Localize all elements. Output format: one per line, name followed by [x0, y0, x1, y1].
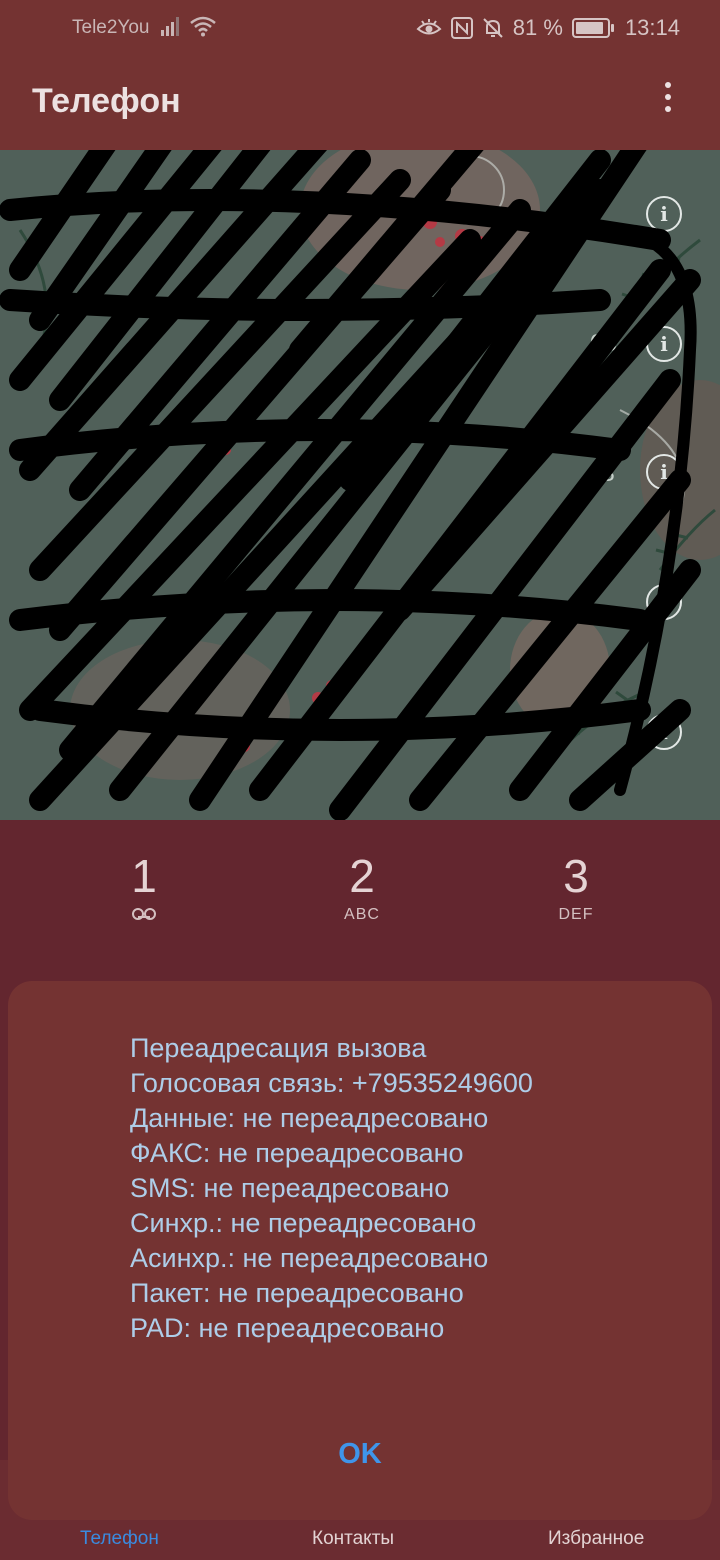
status-right: 81 % 13:14 — [416, 13, 680, 43]
mute-bell-icon — [483, 18, 503, 38]
nfc-icon — [450, 17, 473, 39]
status-bar: Tele2You 81 % 13:14 — [0, 0, 720, 56]
tab-phone[interactable]: Телефон — [80, 1528, 159, 1550]
more-vert-icon[interactable] — [664, 82, 672, 112]
voicemail-icon — [132, 908, 156, 920]
forward-sms-line: SMS: не переадресовано — [130, 1173, 450, 1203]
clock: 13:14 — [624, 15, 680, 40]
page-title: Телефон — [32, 82, 181, 120]
forward-pad-line: PAD: не переадресовано — [130, 1313, 445, 1343]
forward-voice-line: Голосовая связь: +79535249600 — [130, 1068, 533, 1098]
forward-sync-line: Синхр.: не переадресовано — [130, 1208, 477, 1238]
dialog-message: Переадресация вызова Голосовая связь: +7… — [130, 1031, 690, 1346]
wifi-icon — [190, 16, 216, 37]
key-digit: 2 — [349, 850, 375, 902]
battery-percent: 81 % — [512, 15, 563, 40]
forward-fax-line: ФАКС: не переадресовано — [130, 1138, 464, 1168]
forward-data-line: Данные: не переадресовано — [130, 1103, 489, 1133]
signal-icon — [161, 17, 179, 36]
dialpad-key-1[interactable]: 1 — [84, 850, 204, 923]
key-digit: 1 — [131, 850, 157, 902]
dialpad-key-2[interactable]: 2 ABC — [302, 850, 422, 924]
call-log-list[interactable]: 22 03 03 i i i i i — [0, 150, 720, 820]
forward-async-line: Асинхр.: не переадресовано — [130, 1243, 489, 1273]
dialpad: 1 2 ABC 3 DEF — [0, 820, 720, 970]
redaction-scribble — [0, 150, 701, 820]
tab-favorites[interactable]: Избранное — [548, 1528, 644, 1550]
carrier-name: Tele2You — [72, 17, 150, 38]
battery-icon — [571, 18, 614, 38]
forward-packet-line: Пакет: не переадресовано — [130, 1278, 464, 1308]
key-digit: 3 — [563, 850, 589, 902]
ok-button[interactable]: OK — [320, 1438, 400, 1471]
eye-comfort-icon — [416, 19, 442, 35]
call-forwarding-dialog: Переадресация вызова Голосовая связь: +7… — [8, 981, 712, 1520]
tab-contacts[interactable]: Контакты — [312, 1528, 394, 1550]
key-letters: DEF — [558, 906, 594, 923]
app-bar: Телефон — [0, 56, 720, 150]
dialpad-key-3[interactable]: 3 DEF — [516, 850, 636, 924]
key-letters: ABC — [344, 906, 380, 923]
dialog-title: Переадресация вызова — [130, 1033, 427, 1063]
